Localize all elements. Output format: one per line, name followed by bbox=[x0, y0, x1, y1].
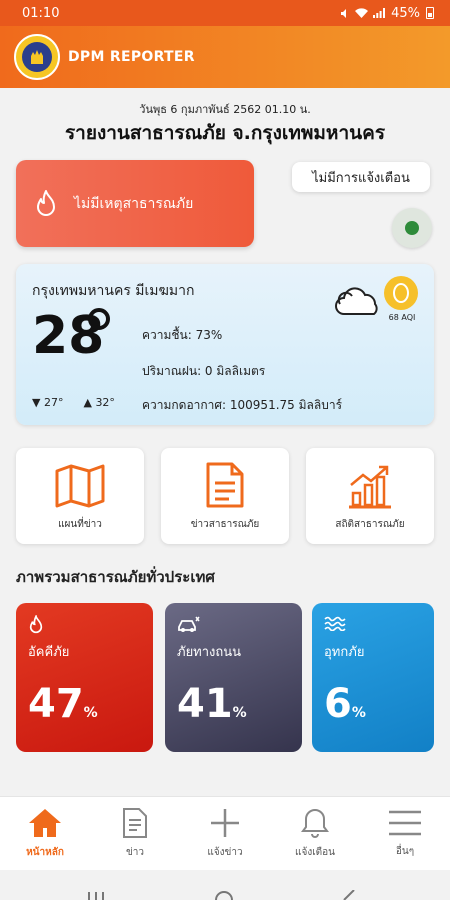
alert-status-indicator[interactable] bbox=[392, 208, 432, 248]
weather-city: กรุงเทพมหานคร มีเมฆมาก bbox=[32, 283, 195, 299]
nav-item-home[interactable]: หน้าหลัก bbox=[0, 797, 90, 870]
news-icon bbox=[123, 808, 147, 838]
disaster-status-card[interactable]: ไม่มีเหตุสาธารณภัย bbox=[16, 160, 254, 247]
weather-pressure: ความกดอากาศ: 100951.75 มิลลิบาร์ bbox=[142, 398, 343, 412]
nav-item-news[interactable]: ข่าว bbox=[90, 797, 180, 870]
flood-icon bbox=[324, 616, 346, 631]
system-nav-bar bbox=[0, 870, 450, 900]
nav-label: แจ้งข่าว bbox=[207, 847, 243, 858]
home-button-icon[interactable] bbox=[214, 890, 234, 900]
nav-item-more[interactable]: อื่นๆ bbox=[360, 797, 450, 870]
status-dot bbox=[405, 221, 419, 235]
stat-unit: % bbox=[351, 705, 366, 721]
nav-label: อื่นๆ bbox=[395, 846, 415, 857]
bottom-nav: หน้าหลัก ข่าว แจ้งข่าว แจ้งเตือน อื่นๆ bbox=[0, 796, 450, 870]
weather-humidity: ความชื้น: 73% bbox=[142, 328, 223, 342]
dpm-logo bbox=[14, 34, 60, 80]
quick-link-label: ข่าวสาธารณภัย bbox=[190, 519, 260, 530]
menu-icon bbox=[389, 810, 421, 836]
back-icon[interactable] bbox=[340, 890, 356, 900]
warning-status-pill[interactable]: ไม่มีการแจ้งเตือน bbox=[292, 162, 430, 192]
map-icon bbox=[55, 464, 105, 508]
signal-icon bbox=[373, 8, 386, 18]
nav-item-report[interactable]: แจ้งข่าว bbox=[180, 797, 270, 870]
battery-percent: 45% bbox=[391, 5, 420, 21]
road-accident-icon bbox=[178, 616, 200, 632]
nav-label: ข่าว bbox=[125, 847, 145, 858]
recent-apps-icon[interactable] bbox=[86, 890, 106, 900]
stat-unit: % bbox=[83, 705, 98, 721]
stat-name: อุทกภัย bbox=[324, 645, 365, 660]
quick-link-news-map[interactable]: แผนที่ข่าว bbox=[16, 448, 144, 544]
stat-unit: % bbox=[232, 705, 247, 721]
fire-icon bbox=[29, 615, 43, 634]
battery-icon bbox=[426, 7, 434, 19]
nav-label: หน้าหลัก bbox=[26, 847, 64, 858]
weather-min-max: ▼ 27° ▲ 32° bbox=[32, 396, 115, 409]
stat-value: 41 bbox=[177, 681, 233, 727]
status-time: 01:10 bbox=[22, 5, 60, 21]
mute-icon bbox=[341, 8, 347, 18]
stat-card-fire[interactable]: อัคคีภัย 47% bbox=[16, 603, 153, 752]
home-icon bbox=[29, 809, 61, 837]
app-title: DPM REPORTER bbox=[68, 49, 195, 65]
cloud-icon bbox=[335, 287, 378, 315]
temp-max: 32° bbox=[95, 396, 115, 409]
stat-value: 47 bbox=[28, 681, 84, 727]
page-title: รายงานสาธารณภัย จ.กรุงเทพมหานคร bbox=[64, 122, 386, 144]
wifi-icon bbox=[355, 8, 369, 18]
bell-icon bbox=[301, 808, 329, 838]
stat-card-road[interactable]: ภัยทางถนน 41% bbox=[165, 603, 302, 752]
weather-card[interactable]: กรุงเทพมหานคร มีเมฆมาก 28 ความชื้น: 73% … bbox=[16, 264, 434, 425]
stat-name: อัคคีภัย bbox=[28, 645, 70, 660]
degree-symbol bbox=[88, 308, 110, 330]
status-bar: 01:10 45% bbox=[0, 0, 450, 26]
nav-item-notifications[interactable]: แจ้งเตือน bbox=[270, 797, 360, 870]
quick-link-label: แผนที่ข่าว bbox=[58, 519, 102, 530]
stat-name: ภัยทางถนน bbox=[177, 645, 242, 660]
nav-label: แจ้งเตือน bbox=[295, 847, 335, 858]
aqi-face-icon bbox=[384, 276, 418, 310]
stat-card-flood[interactable]: อุทกภัย 6% bbox=[312, 603, 434, 752]
quick-link-label: สถิติสาธารณภัย bbox=[335, 519, 405, 530]
report-date: วันพุธ 6 กุมภาพันธ์ 2562 01.10 น. bbox=[139, 103, 311, 116]
disaster-status-label: ไม่มีเหตุสาธารณภัย bbox=[74, 195, 194, 212]
aqi-value: 68 AQI bbox=[388, 313, 416, 322]
app-bar: DPM REPORTER bbox=[0, 26, 450, 88]
stat-value: 6 bbox=[324, 681, 352, 727]
overview-title: ภาพรวมสาธารณภัยทั่วประเทศ bbox=[16, 568, 215, 586]
fire-icon bbox=[37, 189, 55, 216]
document-icon bbox=[206, 462, 244, 508]
bar-chart-icon bbox=[349, 465, 391, 509]
plus-icon bbox=[211, 809, 239, 837]
temp-min: 27° bbox=[43, 396, 64, 409]
weather-rain: ปริมาณฝน: 0 มิลลิเมตร bbox=[142, 364, 266, 378]
quick-link-disaster-stats[interactable]: สถิติสาธารณภัย bbox=[306, 448, 434, 544]
quick-link-disaster-news[interactable]: ข่าวสาธารณภัย bbox=[161, 448, 289, 544]
